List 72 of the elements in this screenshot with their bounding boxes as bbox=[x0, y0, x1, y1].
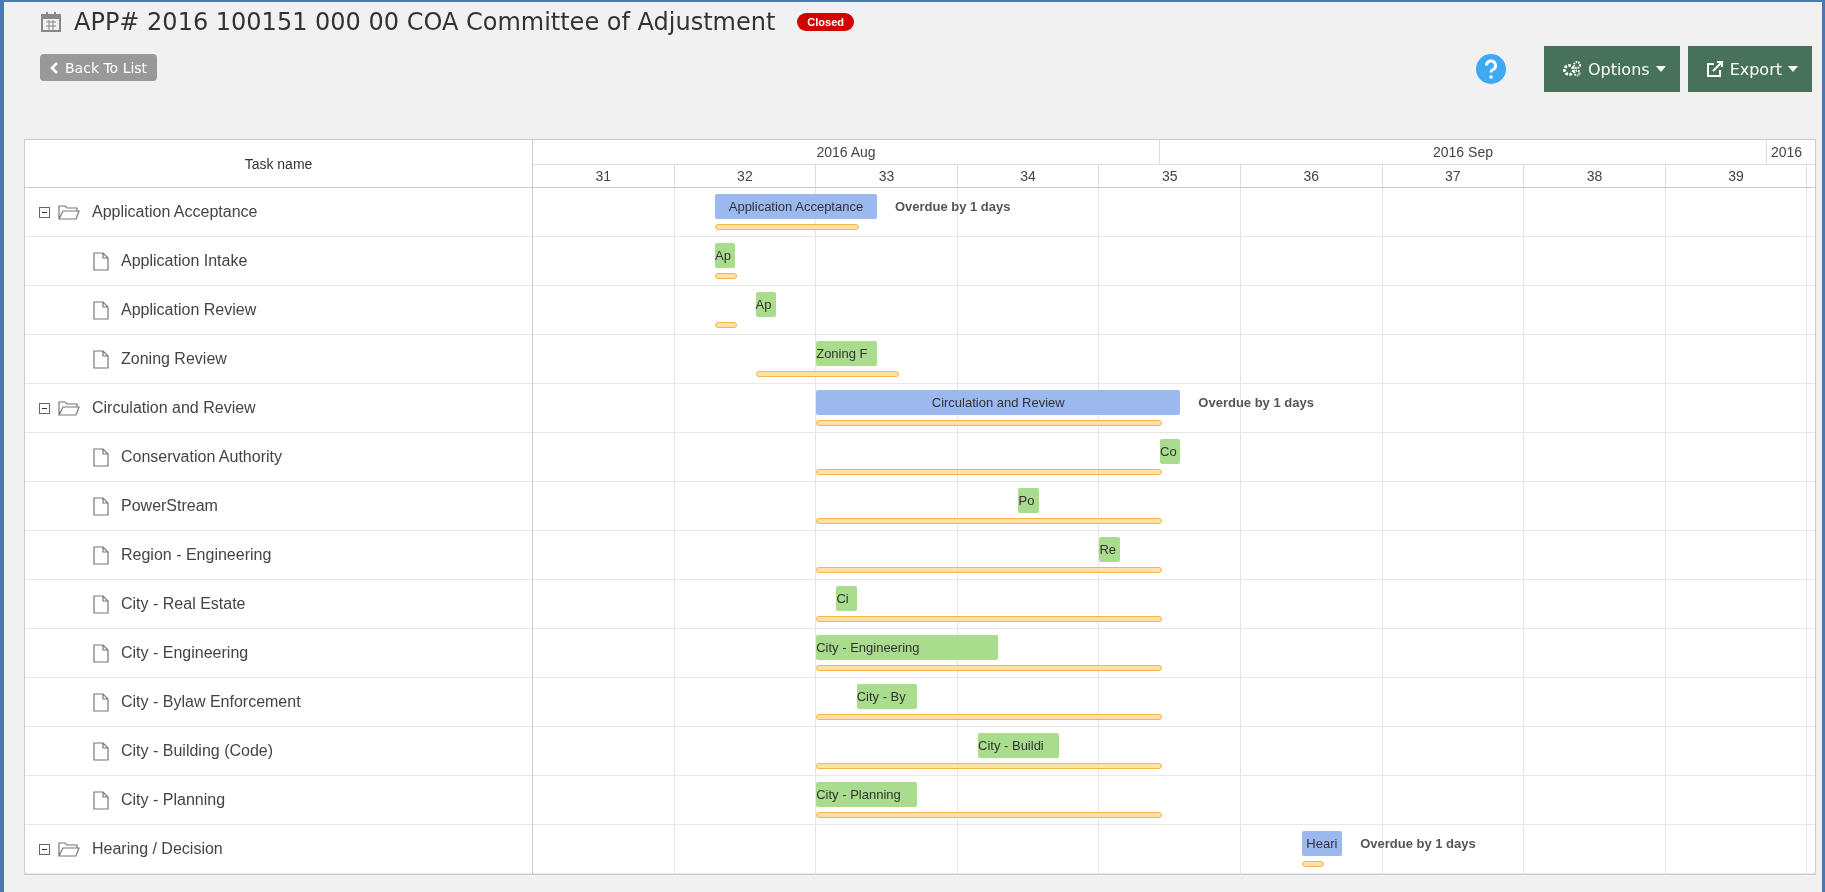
file-icon bbox=[93, 545, 109, 565]
collapse-icon[interactable] bbox=[39, 843, 50, 855]
folder-icon bbox=[58, 204, 80, 220]
task-bar[interactable]: Application Acceptance bbox=[715, 194, 877, 219]
week-label: 32 bbox=[737, 168, 753, 184]
file-icon bbox=[93, 790, 109, 810]
task-bar[interactable]: Po bbox=[1018, 488, 1039, 513]
week-label: 31 bbox=[595, 168, 612, 184]
overdue-note: Overdue by 1 days bbox=[1198, 395, 1314, 410]
file-icon bbox=[93, 594, 109, 614]
task-bar[interactable]: Ap bbox=[715, 243, 736, 268]
baseline-bar bbox=[715, 273, 738, 279]
baseline-bar bbox=[1301, 861, 1324, 867]
column-header: Task name bbox=[25, 140, 532, 188]
month-label: 2016 Aug bbox=[816, 144, 876, 160]
collapse-icon[interactable] bbox=[39, 206, 50, 218]
week-label: 39 bbox=[1728, 168, 1744, 184]
task-name[interactable]: Application Acceptance bbox=[92, 203, 258, 221]
task-name[interactable]: City - Building (Code) bbox=[121, 742, 274, 760]
calendar-icon bbox=[40, 11, 62, 33]
task-bar[interactable]: City - Engineering bbox=[816, 635, 999, 660]
task-name[interactable]: City - Planning bbox=[121, 791, 226, 809]
folder-icon bbox=[58, 841, 80, 857]
task-name[interactable]: Application Intake bbox=[121, 252, 248, 270]
export-button[interactable]: Export bbox=[1687, 46, 1812, 92]
task-bar[interactable]: City - Buildi bbox=[978, 733, 1059, 758]
file-icon bbox=[93, 692, 109, 712]
overdue-note: Overdue by 1 days bbox=[894, 199, 1011, 214]
gears-icon bbox=[1561, 61, 1582, 77]
task-bar[interactable]: Zoning F bbox=[816, 341, 877, 366]
collapse-icon[interactable] bbox=[39, 402, 50, 414]
task-name[interactable]: Circulation and Review bbox=[92, 399, 256, 417]
week-label: 35 bbox=[1161, 168, 1178, 184]
task-bar[interactable]: City - Planning bbox=[816, 782, 918, 807]
overdue-note: Overdue by 1 days bbox=[1360, 836, 1476, 851]
task-name[interactable]: Hearing / Decision bbox=[92, 840, 223, 858]
week-label: 34 bbox=[1020, 168, 1036, 184]
task-name[interactable]: City - Real Estate bbox=[121, 595, 246, 613]
month-label: 2016 bbox=[1770, 144, 1803, 160]
week-label: 37 bbox=[1445, 168, 1461, 184]
task-name[interactable]: Conservation Authority bbox=[121, 448, 282, 466]
file-icon bbox=[93, 643, 109, 663]
task-bar[interactable]: Re bbox=[1099, 537, 1120, 562]
task-bar[interactable]: Co bbox=[1160, 439, 1181, 464]
file-icon bbox=[93, 300, 109, 320]
week-label: 36 bbox=[1303, 168, 1320, 184]
help-icon[interactable] bbox=[1475, 54, 1506, 84]
task-bar[interactable]: Circulation and Review bbox=[816, 390, 1181, 415]
file-icon bbox=[93, 349, 109, 369]
task-name[interactable]: Zoning Review bbox=[121, 350, 227, 368]
external-link-icon bbox=[1705, 61, 1724, 77]
file-icon bbox=[93, 447, 109, 467]
options-button[interactable]: Options bbox=[1543, 46, 1680, 92]
task-name[interactable]: City - Engineering bbox=[121, 644, 249, 662]
task-name[interactable]: Application Review bbox=[121, 301, 257, 319]
folder-icon bbox=[58, 400, 80, 416]
task-name[interactable]: PowerStream bbox=[121, 497, 218, 515]
baseline-bar bbox=[715, 322, 738, 328]
file-icon bbox=[93, 251, 109, 271]
task-bar[interactable]: Heari bbox=[1301, 831, 1343, 856]
page-title: APP# 2016 100151 000 00 COA Committee of Adjustment bbox=[74, 8, 776, 36]
status-badge: Closed bbox=[797, 13, 855, 31]
week-label: 33 bbox=[878, 168, 895, 184]
month-label: 2016 Sep bbox=[1433, 144, 1493, 160]
task-name[interactable]: Region - Engineering bbox=[121, 546, 272, 564]
chevron-left-icon bbox=[50, 61, 59, 74]
task-bar[interactable]: Ci bbox=[836, 586, 857, 611]
file-icon bbox=[93, 496, 109, 516]
week-label: 38 bbox=[1586, 168, 1603, 184]
task-bar[interactable]: City - By bbox=[856, 684, 918, 709]
file-icon bbox=[93, 741, 109, 761]
task-name[interactable]: City - Bylaw Enforcement bbox=[121, 693, 301, 711]
